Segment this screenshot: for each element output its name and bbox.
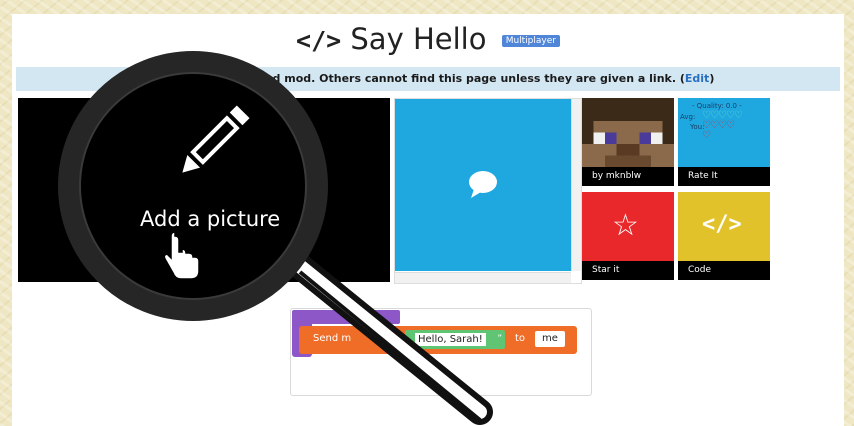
horizontal-scrollbar[interactable] — [395, 272, 571, 283]
star-icon: ☆ — [612, 208, 639, 243]
notice-close-paren: ) — [709, 72, 715, 85]
vertical-scrollbar[interactable] — [571, 99, 581, 271]
to-label: to — [515, 333, 526, 344]
heart-icon-rating[interactable]: ♡♡♡♡♡ ♡♡♡♡ ♡ — [702, 111, 743, 141]
code-icon: </> — [296, 26, 342, 55]
unpublished-notice: N ublished mod. Others cannot find this … — [16, 67, 840, 91]
mod-page: </> Say Hello Multiplayer N ublished mod… — [12, 14, 844, 426]
game-preview[interactable] — [394, 98, 582, 284]
title-text: Say Hello — [350, 22, 487, 56]
page-title: </> Say Hello Multiplayer — [12, 22, 844, 56]
add-picture-area[interactable] — [18, 98, 390, 282]
quote-mark: ” — [497, 334, 502, 344]
star-tile[interactable]: ☆ Star it — [582, 192, 674, 280]
message-input[interactable]: Hello, Sarah! — [415, 333, 486, 346]
avatar-icon — [582, 98, 674, 167]
avg-label: Avg: — [680, 113, 696, 121]
rate-caption: Rate It — [678, 167, 770, 186]
edit-link[interactable]: Edit — [685, 72, 709, 85]
block-editor[interactable]: Send m Hello, Sarah! ” to me — [290, 308, 592, 396]
event-block-header[interactable] — [292, 310, 400, 324]
notice-text: N ublished mod. Others cannot find this … — [141, 72, 685, 85]
rate-tile[interactable]: - Quality: 0.0 - Avg: You: ♡♡♡♡♡ ♡♡♡♡ ♡ Ra… — [678, 98, 770, 186]
code-caption: Code — [678, 261, 770, 280]
text-block[interactable]: Hello, Sarah! ” — [405, 330, 505, 349]
star-caption: Star it — [582, 261, 674, 280]
author-caption: by mknblw — [582, 167, 674, 186]
quality-label: - Quality: 0.0 - — [692, 102, 742, 110]
speech-bubble-icon — [469, 171, 497, 198]
code-tile[interactable]: </> Code — [678, 192, 770, 280]
preview-canvas — [395, 99, 571, 271]
author-tile[interactable]: by mknblw — [582, 98, 674, 186]
send-message-block[interactable]: Send m Hello, Sarah! ” to me — [299, 326, 577, 354]
send-label: Send m — [313, 333, 352, 344]
multiplayer-badge: Multiplayer — [501, 35, 560, 47]
add-picture-label: Add a picture — [140, 207, 281, 231]
code-tile-icon: </> — [702, 212, 742, 237]
target-input[interactable]: me — [535, 331, 565, 347]
